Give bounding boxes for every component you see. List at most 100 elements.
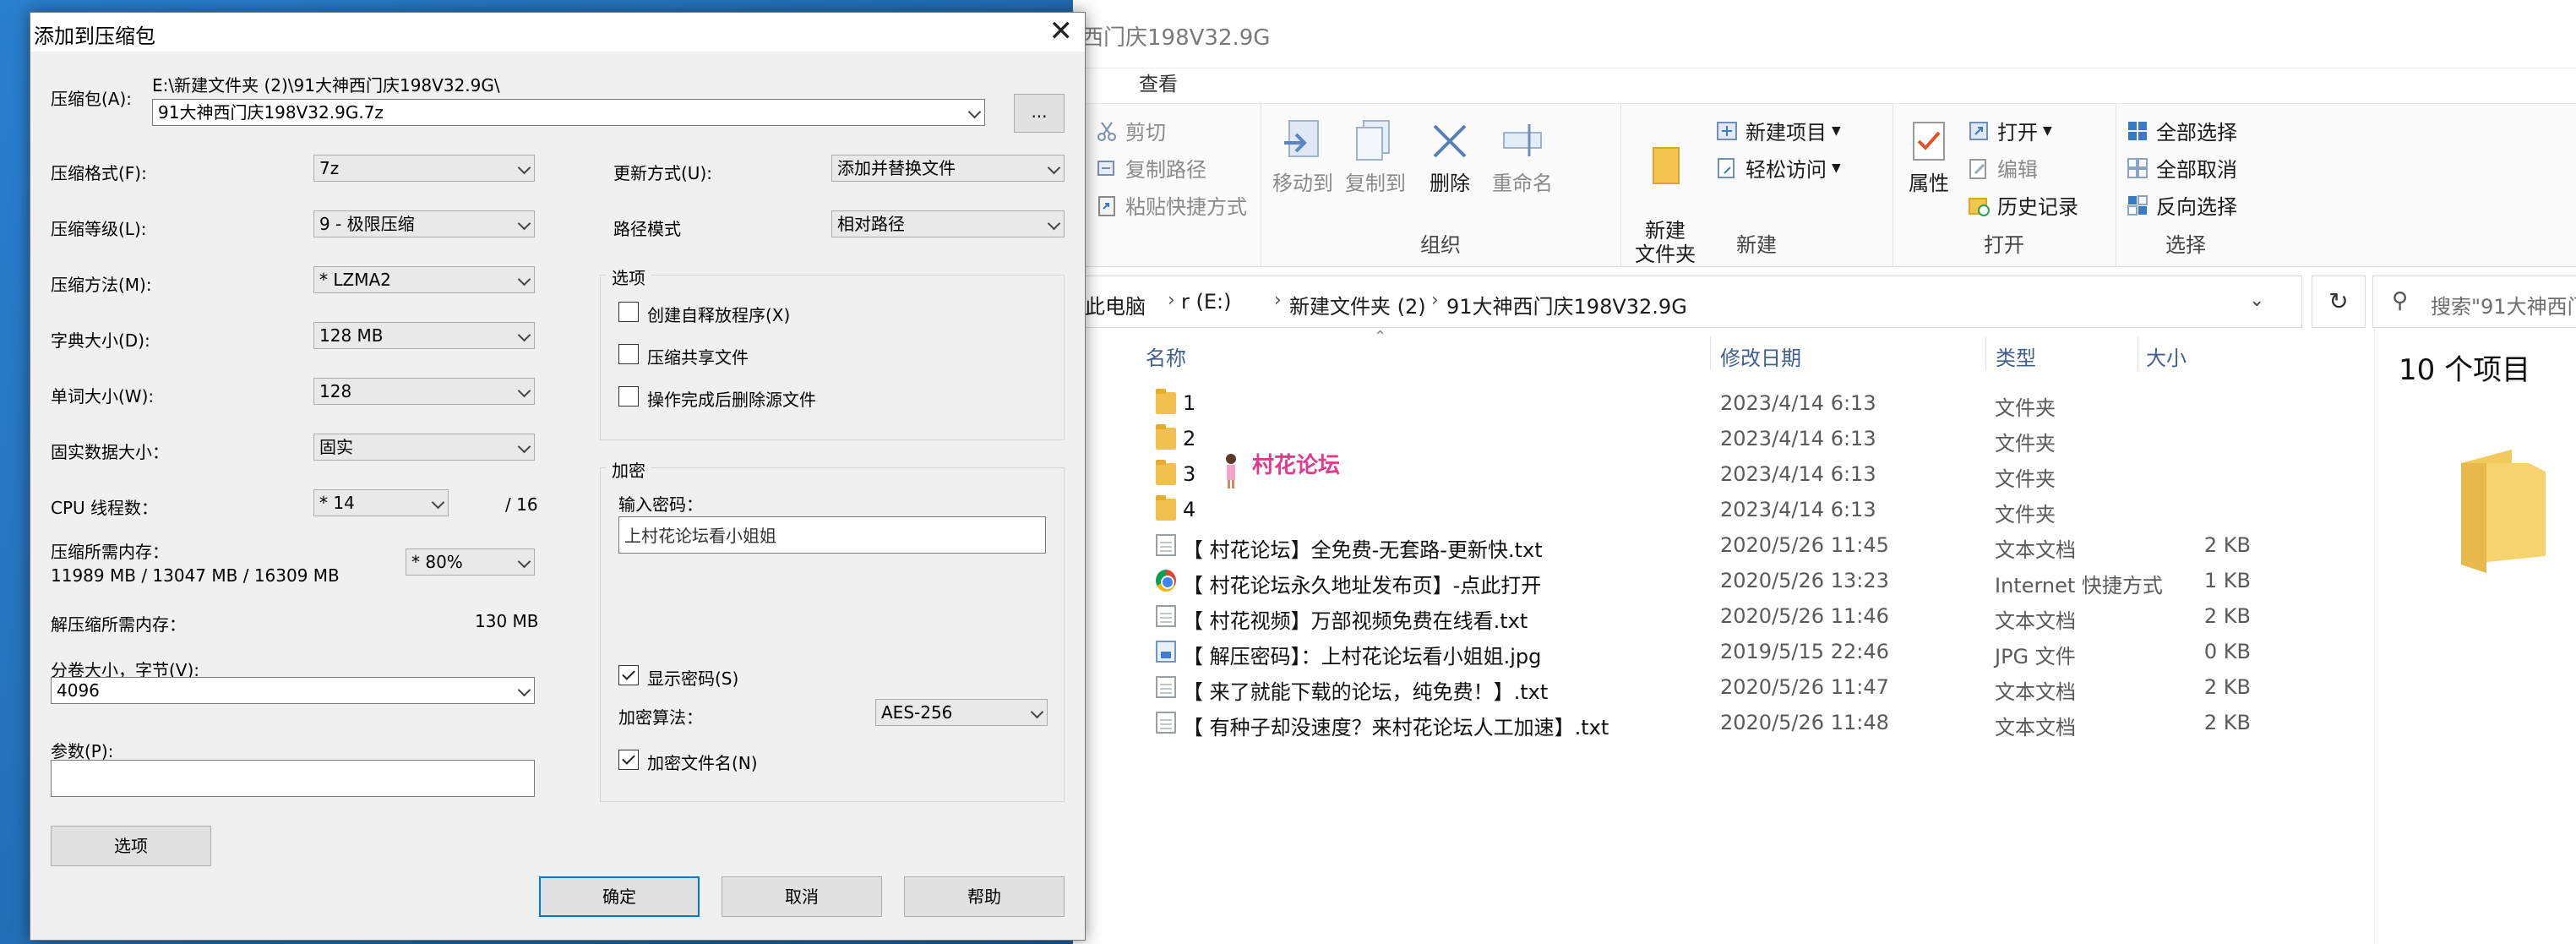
text-file-icon xyxy=(1156,676,1176,698)
organize-group-label: 组织 xyxy=(1420,233,1461,257)
column-header-name[interactable]: 名称 xyxy=(1146,341,1186,371)
ribbon-tabs: 查看 xyxy=(1073,68,2576,101)
dictionary-select[interactable]: 128 MB xyxy=(313,322,535,349)
help-button[interactable]: 帮助 xyxy=(904,876,1065,917)
compress-memory-label: 压缩所需内存： xyxy=(51,542,169,562)
options-button[interactable]: 选项 xyxy=(51,826,211,866)
shared-files-checkbox[interactable] xyxy=(618,344,639,364)
split-size-combo[interactable]: 4096 xyxy=(51,677,535,704)
chrome-icon xyxy=(1156,570,1176,592)
invert-selection-button[interactable]: 反向选择 xyxy=(2126,190,2237,220)
password-input[interactable]: 上村花论坛看小姐姐 xyxy=(618,516,1046,554)
breadcrumb-drive[interactable]: r (E:) xyxy=(1181,290,1231,314)
method-value: * LZMA2 xyxy=(319,270,391,290)
column-divider[interactable] xyxy=(1985,336,1986,370)
paste-shortcut-button[interactable]: 粘贴快捷方式 xyxy=(1095,190,1247,220)
archive-name-combo[interactable]: 91大神西门庆198V32.9G.7z xyxy=(152,99,985,126)
edit-button[interactable]: 编辑 xyxy=(1967,153,2038,183)
file-date: 2020/5/26 11:45 xyxy=(1720,533,1889,557)
chevron-down-icon xyxy=(517,554,531,569)
memory-percent-select[interactable]: * 80% xyxy=(406,548,535,576)
cut-button[interactable]: 剪切 xyxy=(1095,116,1166,145)
copy-path-button[interactable]: 复制路径 xyxy=(1095,153,1206,183)
encrypt-names-checkbox[interactable] xyxy=(618,750,639,770)
copy-path-label: 复制路径 xyxy=(1125,158,1206,182)
file-size: 2 KB xyxy=(2203,604,2251,628)
encryption-method-select[interactable]: AES-256 xyxy=(875,699,1048,726)
new-item-button[interactable]: 新建项目 ▼ xyxy=(1715,116,1841,145)
column-header-date[interactable]: 修改日期 xyxy=(1720,341,1801,371)
explorer-title-bar: 西门庆198V32.9G xyxy=(1073,0,2576,68)
file-row[interactable]: 【 解压密码】：上村花论坛看小姐姐.jpg 2019/5/15 22:46 JP… xyxy=(1149,634,2366,669)
file-row[interactable]: 【 村花论坛永久地址发布页】-点此打开 2020/5/26 13:23 Inte… xyxy=(1149,563,2366,598)
open-label: 打开 xyxy=(1997,121,2038,145)
add-to-archive-dialog: 添加到压缩包 ✕ 压缩包(A): E:\新建文件夹 (2)\91大神西门庆198… xyxy=(30,12,1086,941)
open-button[interactable]: 打开 ▼ xyxy=(1967,116,2052,145)
properties-button[interactable]: 属性 xyxy=(1903,117,1955,195)
file-date: 2023/4/14 6:13 xyxy=(1720,462,1876,486)
file-size: 1 KB xyxy=(2203,569,2251,592)
tab-view[interactable]: 查看 xyxy=(1139,68,1178,96)
copy-to-button[interactable]: 复制到 xyxy=(1342,117,1409,195)
breadcrumb-this-pc[interactable]: 此电脑 xyxy=(1085,290,1146,319)
file-row[interactable]: 4 2023/4/14 6:13 文件夹 xyxy=(1149,492,2366,527)
file-row[interactable]: 【 来了就能下载的论坛，纯免费！】.txt 2020/5/26 11:47 文本… xyxy=(1149,669,2366,705)
method-select[interactable]: * LZMA2 xyxy=(313,266,535,293)
select-all-button[interactable]: 全部选择 xyxy=(2126,116,2237,145)
file-row[interactable]: 1 2023/4/14 6:13 文件夹 xyxy=(1149,385,2366,421)
delete-button[interactable]: 删除 xyxy=(1424,117,1475,195)
chevron-down-icon xyxy=(1030,705,1044,719)
file-row[interactable]: 【 村花视频】万部视频免费在线看.txt 2020/5/26 11:46 文本文… xyxy=(1149,598,2366,634)
cancel-button[interactable]: 取消 xyxy=(722,876,882,917)
cpu-threads-select[interactable]: * 14 xyxy=(313,489,449,516)
show-password-checkbox[interactable] xyxy=(618,665,639,685)
chevron-down-icon xyxy=(517,216,531,231)
delete-after-checkbox[interactable] xyxy=(618,386,639,407)
select-all-label: 全部选择 xyxy=(2156,121,2237,145)
chevron-down-icon xyxy=(517,328,531,342)
format-select[interactable]: 7z xyxy=(313,155,535,182)
file-row[interactable]: 【 有种子却没速度？来村花论坛人工加速】.txt 2020/5/26 11:48… xyxy=(1149,705,2366,740)
parameters-input[interactable] xyxy=(51,760,535,797)
file-name: 【 解压密码】：上村花论坛看小姐姐.jpg xyxy=(1183,645,1542,668)
rename-button[interactable]: 重命名 xyxy=(1484,117,1561,195)
folder-preview-icon xyxy=(2461,450,2546,573)
column-header-type[interactable]: 类型 xyxy=(1996,341,2036,371)
close-icon[interactable]: ✕ xyxy=(1049,16,1074,46)
file-type: 文本文档 xyxy=(1995,609,2076,633)
solid-size-select[interactable]: 固实 xyxy=(313,434,535,461)
search-box[interactable]: ⚲ 搜索"91大神西门 xyxy=(2372,276,2576,328)
file-name: 【 村花视频】万部视频免费在线看.txt xyxy=(1183,609,1528,633)
column-header-size[interactable]: 大小 xyxy=(2146,341,2187,371)
address-bar[interactable]: 此电脑 › r (E:) › 新建文件夹 (2) › 91大神西门庆198V32… xyxy=(1073,276,2302,328)
cpu-threads-value: * 14 xyxy=(319,493,355,513)
browse-button[interactable]: ... xyxy=(1014,94,1065,133)
update-mode-select[interactable]: 添加并替换文件 xyxy=(831,155,1065,182)
breadcrumb-current[interactable]: 91大神西门庆198V32.9G xyxy=(1446,290,1687,319)
invert-selection-icon xyxy=(2126,194,2149,217)
path-mode-select[interactable]: 相对路径 xyxy=(831,210,1065,237)
file-date: 2020/5/26 11:46 xyxy=(1720,604,1889,628)
chevron-down-icon xyxy=(517,683,531,697)
move-to-button[interactable]: 移动到 xyxy=(1269,117,1337,195)
dictionary-value: 128 MB xyxy=(319,325,384,346)
word-size-select[interactable]: 128 xyxy=(313,378,535,405)
file-type: 文件夹 xyxy=(1995,503,2056,527)
sfx-checkbox[interactable] xyxy=(618,302,639,322)
select-none-button[interactable]: 全部取消 xyxy=(2126,153,2237,183)
edit-icon xyxy=(1967,156,1991,180)
edit-label: 编辑 xyxy=(1997,158,2038,182)
column-divider[interactable] xyxy=(1710,336,1711,370)
file-name: 【 村花论坛】全免费-无套路-更新快.txt xyxy=(1183,538,1543,562)
easy-access-button[interactable]: 轻松访问 ▼ xyxy=(1715,153,1841,183)
breadcrumb-folder[interactable]: 新建文件夹 (2) xyxy=(1289,290,1426,319)
level-select[interactable]: 9 - 极限压缩 xyxy=(313,210,535,237)
refresh-button[interactable]: ↻ xyxy=(2312,276,2366,328)
file-row[interactable]: 【 村花论坛】全免费-无套路-更新快.txt 2020/5/26 11:45 文… xyxy=(1149,527,2366,563)
history-button[interactable]: 历史记录 xyxy=(1967,190,2078,220)
decompress-memory-label: 解压缩所需内存： xyxy=(51,614,186,635)
cpu-threads-label: CPU 线程数： xyxy=(51,498,159,518)
chevron-down-icon[interactable]: ⌄ xyxy=(2249,290,2264,311)
breadcrumb-separator-icon: › xyxy=(1431,290,1439,311)
ok-button[interactable]: 确定 xyxy=(539,876,700,917)
